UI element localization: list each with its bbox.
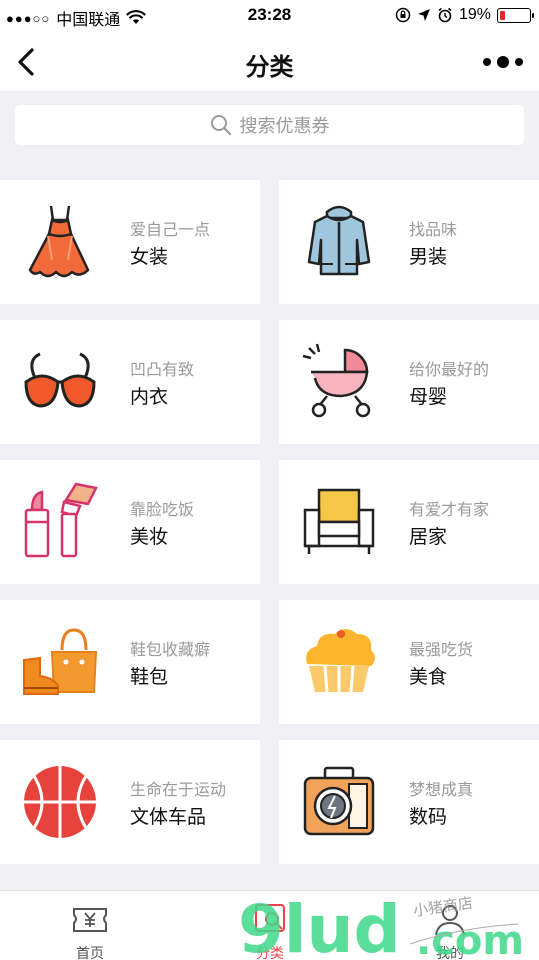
location-arrow-icon (417, 9, 430, 21)
tab-label: 我的 (436, 945, 464, 960)
stroller-icon (302, 343, 371, 418)
category-tagline: 找品味 (409, 222, 458, 239)
tab-label: 分类 (256, 945, 284, 960)
category-tagline: 给你最好的 (409, 362, 490, 379)
makeup-icon (24, 482, 98, 558)
category-card-men[interactable]: 找品味 男装 (279, 180, 539, 304)
category-name: 鞋包 (130, 667, 169, 688)
rotation-lock-icon (395, 7, 411, 23)
category-card-food[interactable]: 最强吃货 美食 (279, 600, 539, 724)
tab-profile[interactable]: 我的 (360, 891, 539, 960)
category-name: 母婴 (409, 387, 448, 408)
search-input[interactable]: 搜索优惠券 (15, 105, 524, 145)
category-tagline: 凹凸有致 (130, 362, 195, 379)
category-tagline: 靠脸吃饭 (130, 502, 195, 519)
status-bar: ●●●○○ 中国联通 23:28 19% (0, 0, 539, 32)
category-search-icon (255, 904, 285, 932)
tab-bar: 首页 分类 我的 (0, 890, 539, 960)
battery-icon (497, 7, 534, 23)
category-card-women[interactable]: 爱自己一点 女装 (0, 180, 260, 304)
search-placeholder: 搜索优惠券 (239, 116, 330, 136)
category-name: 女装 (130, 247, 169, 268)
category-tagline: 生命在于运动 (130, 782, 227, 799)
category-name: 美妆 (130, 527, 169, 548)
navigation-bar: 分类 (0, 32, 539, 92)
search-area: 搜索优惠券 (0, 93, 539, 157)
jacket-icon (307, 205, 371, 276)
dress-icon (28, 205, 90, 278)
basketball-icon (24, 766, 96, 838)
category-tagline: 鞋包收藏癖 (130, 642, 211, 659)
cake-icon (306, 629, 375, 693)
category-card-lingerie[interactable]: 凹凸有致 内衣 (0, 320, 260, 444)
tab-home[interactable]: 首页 (0, 891, 180, 960)
category-name: 居家 (409, 527, 448, 548)
sofa-icon (303, 488, 375, 554)
coupon-yen-icon (73, 908, 107, 932)
category-name: 内衣 (130, 387, 169, 408)
category-tagline: 爱自己一点 (130, 222, 211, 239)
page-title: 分类 (245, 54, 294, 81)
profile-icon (435, 905, 465, 936)
category-card-beauty[interactable]: 靠脸吃饭 美妆 (0, 460, 260, 584)
category-tagline: 有爱才有家 (409, 502, 490, 519)
status-right: 19% (395, 6, 534, 24)
category-card-home[interactable]: 有爱才有家 居家 (279, 460, 539, 584)
shoe-bag-icon (23, 628, 98, 695)
tab-category[interactable]: 分类 (180, 891, 360, 960)
tab-label: 首页 (76, 945, 104, 960)
category-name: 数码 (409, 807, 448, 828)
bra-icon (24, 352, 96, 408)
category-card-digital[interactable]: 梦想成真 数码 (279, 740, 539, 864)
more-dots-icon[interactable] (483, 52, 523, 72)
category-name: 美食 (409, 667, 448, 688)
alarm-icon (438, 7, 452, 23)
battery-percent: 19% (458, 6, 491, 23)
camera-icon (303, 766, 375, 836)
category-name: 男装 (409, 247, 448, 268)
category-card-shoes-bags[interactable]: 鞋包收藏癖 鞋包 (0, 600, 260, 724)
category-name: 文体车品 (130, 807, 207, 828)
category-card-sports[interactable]: 生命在于运动 文体车品 (0, 740, 260, 864)
search-icon (210, 115, 231, 136)
category-card-baby[interactable]: 给你最好的 母婴 (279, 320, 539, 444)
category-tagline: 最强吃货 (409, 642, 474, 659)
category-tagline: 梦想成真 (409, 782, 474, 799)
